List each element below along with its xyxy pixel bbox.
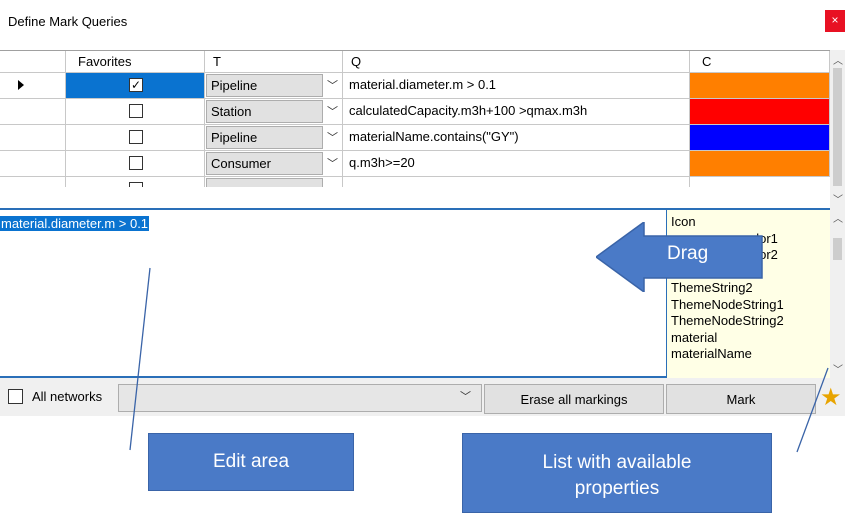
favorite-cell[interactable]: ✓ [66, 73, 205, 99]
column-header-type[interactable]: T [205, 51, 343, 73]
favorite-checkbox[interactable]: ✓ [129, 78, 143, 92]
color-cell[interactable] [690, 99, 830, 125]
type-select[interactable]: Pipeline [206, 74, 323, 97]
table-row[interactable]: Station ﹀ calculatedCapacity.m3h+100 >qm… [0, 99, 830, 125]
row-header[interactable] [0, 151, 66, 177]
column-header-favorites[interactable]: Favorites [66, 51, 205, 73]
list-item[interactable]: ThemeNodeString1 [671, 297, 826, 314]
query-cell[interactable] [343, 177, 690, 187]
table-row[interactable]: Consumer ﹀ q.m3h>=20 [0, 151, 830, 177]
type-cell[interactable]: Pipeline ﹀ [205, 73, 343, 99]
property-list-scrollbar[interactable]: ︿ ﹀ [830, 208, 845, 378]
type-select[interactable]: Consumer [206, 152, 323, 175]
edit-area-callout: Edit area [148, 433, 354, 491]
favorite-checkbox[interactable] [129, 130, 143, 144]
all-networks-checkbox[interactable] [8, 389, 23, 404]
queries-grid: Favorites T Q C ✓ Pipeline ﹀ material.di… [0, 50, 845, 208]
row-header[interactable] [0, 99, 66, 125]
type-cell[interactable]: Station ﹀ [205, 99, 343, 125]
chevron-down-icon[interactable]: ﹀ [460, 388, 471, 404]
scroll-up-icon[interactable]: ︿ [833, 52, 843, 67]
row-header[interactable] [0, 177, 66, 187]
chevron-down-icon[interactable]: ﹀ [327, 103, 338, 119]
row-header-corner [0, 51, 66, 73]
scroll-down-icon[interactable]: ﹀ [833, 361, 843, 376]
network-select[interactable] [118, 384, 482, 412]
type-cell[interactable]: Pipeline ﹀ [205, 125, 343, 151]
property-list-callout: List with available properties [462, 433, 772, 513]
color-cell[interactable] [690, 125, 830, 151]
table-row[interactable]: ✓ Pipeline ﹀ material.diameter.m > 0.1 [0, 73, 830, 99]
favorite-checkbox[interactable] [129, 156, 143, 170]
list-item[interactable]: material [671, 330, 826, 347]
all-networks-label: All networks [32, 389, 103, 404]
star-icon[interactable]: ★ [820, 386, 842, 410]
color-cell[interactable] [690, 151, 830, 177]
column-header-query[interactable]: Q [343, 51, 690, 73]
favorite-checkbox[interactable] [129, 182, 143, 187]
window-title: Define Mark Queries [8, 14, 128, 29]
property-list-scrollbar-thumb[interactable] [833, 238, 842, 260]
table-row-partial[interactable] [0, 177, 830, 187]
query-cell[interactable]: q.m3h>=20 [343, 151, 690, 177]
row-header[interactable] [0, 73, 66, 99]
type-select[interactable]: Pipeline [206, 126, 323, 149]
list-item[interactable]: ThemeNodeString2 [671, 313, 826, 330]
type-select[interactable]: Station [206, 100, 323, 123]
drag-callout-label: Drag [667, 243, 709, 264]
row-header[interactable] [0, 125, 66, 151]
type-cell[interactable]: Consumer ﹀ [205, 151, 343, 177]
scroll-up-icon[interactable]: ︿ [833, 210, 843, 225]
chevron-down-icon[interactable]: ﹀ [327, 77, 338, 93]
type-cell[interactable] [205, 177, 343, 187]
list-item[interactable]: materialName [671, 346, 826, 363]
color-cell[interactable] [690, 73, 830, 99]
scroll-down-icon[interactable]: ﹀ [833, 191, 843, 206]
query-cell[interactable]: material.diameter.m > 0.1 [343, 73, 690, 99]
current-row-arrow-icon [18, 80, 24, 90]
favorite-checkbox[interactable] [129, 104, 143, 118]
query-cell[interactable]: materialName.contains("GY") [343, 125, 690, 151]
close-button[interactable]: × [825, 10, 845, 32]
chevron-down-icon[interactable]: ﹀ [327, 129, 338, 145]
type-select[interactable] [206, 178, 323, 187]
erase-all-markings-button[interactable]: Erase all markings [484, 384, 664, 414]
favorite-cell[interactable] [66, 99, 205, 125]
query-edit-area[interactable]: material.diameter.m > 0.1 [0, 208, 666, 378]
table-row[interactable]: Pipeline ﹀ materialName.contains("GY") [0, 125, 830, 151]
mark-button[interactable]: Mark [666, 384, 816, 414]
query-cell[interactable]: calculatedCapacity.m3h+100 >qmax.m3h [343, 99, 690, 125]
column-header-color[interactable]: C [690, 51, 830, 73]
grid-scrollbar-thumb[interactable] [833, 68, 842, 186]
query-edit-text[interactable]: material.diameter.m > 0.1 [0, 216, 150, 231]
chevron-down-icon[interactable]: ﹀ [327, 155, 338, 171]
favorite-cell[interactable] [66, 177, 205, 187]
favorite-cell[interactable] [66, 125, 205, 151]
favorite-cell[interactable] [66, 151, 205, 177]
